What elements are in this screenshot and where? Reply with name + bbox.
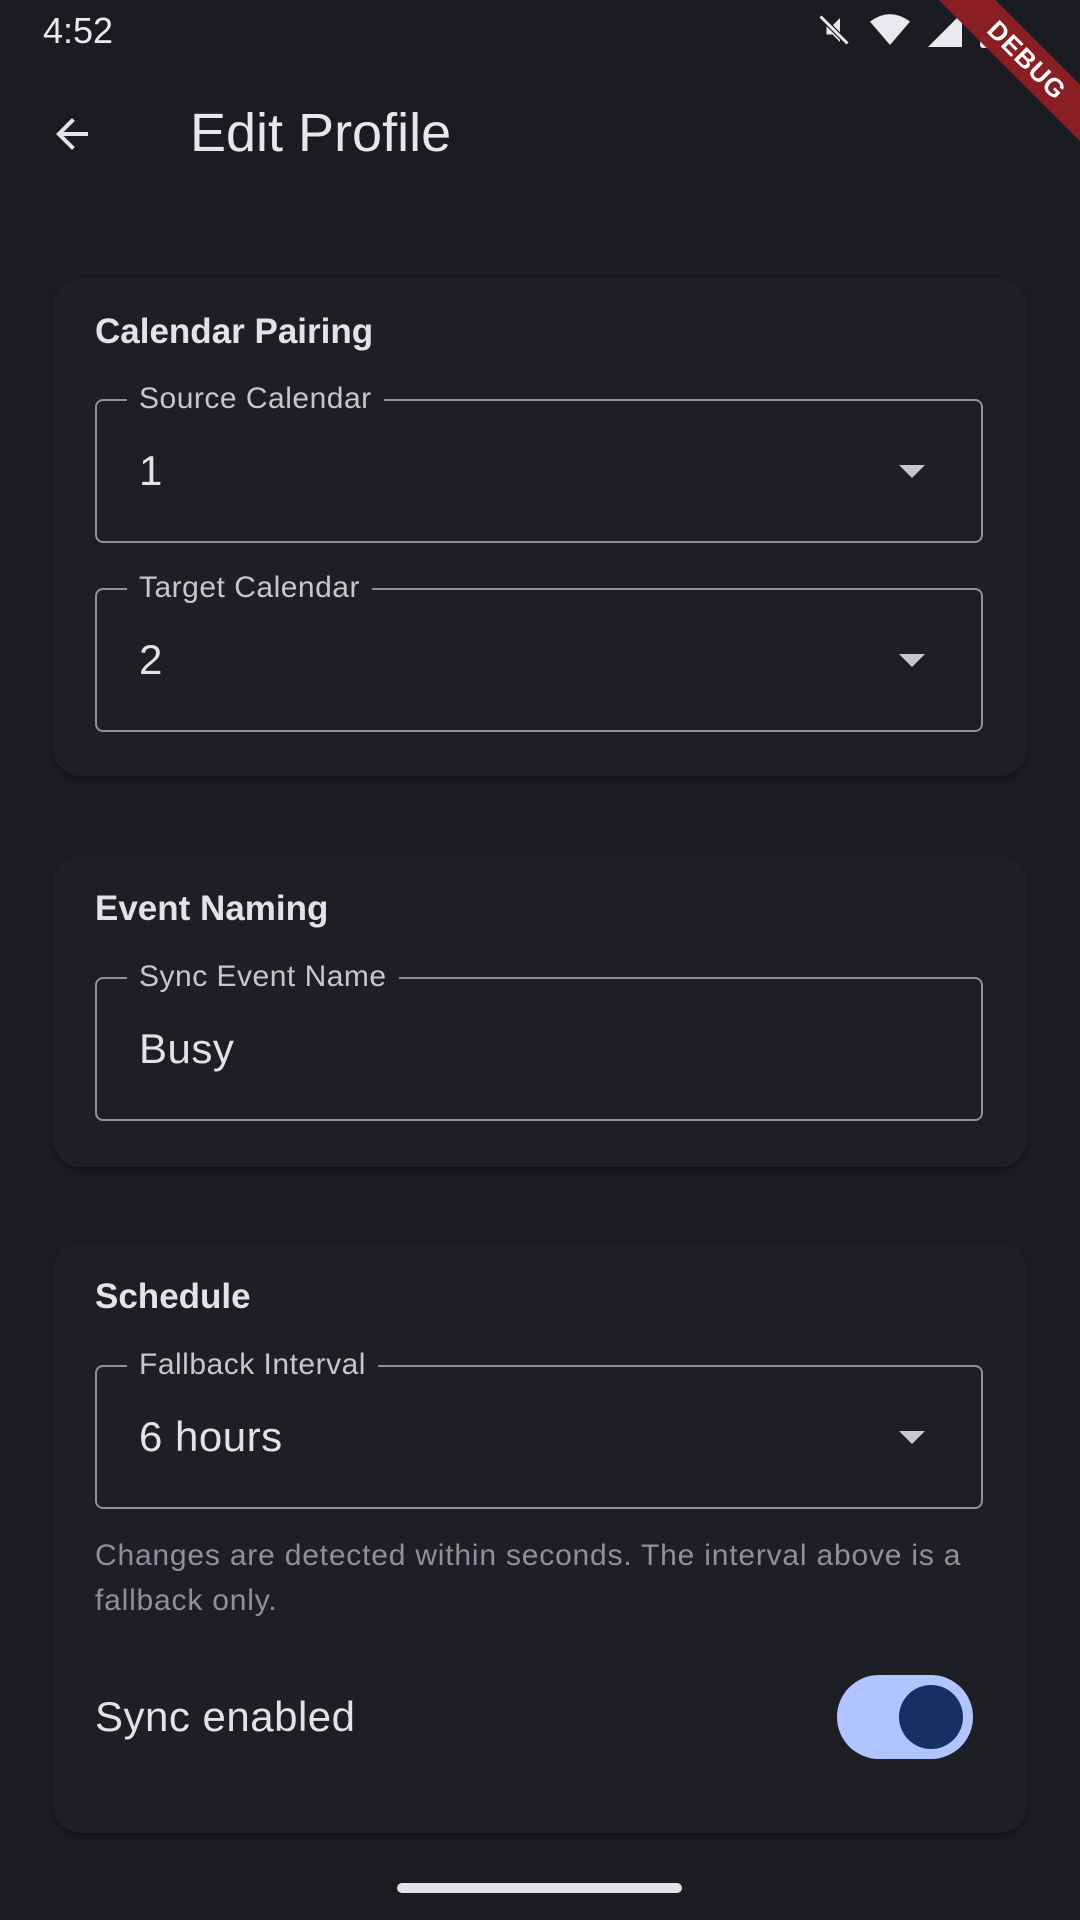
page-title: Edit Profile (190, 103, 452, 163)
switch-thumb (899, 1685, 963, 1749)
home-indicator[interactable] (397, 1883, 682, 1893)
sync-enabled-row: Sync enabled (95, 1675, 983, 1759)
battery-icon (980, 12, 1000, 48)
source-calendar-dropdown[interactable]: Source Calendar 1 (95, 381, 983, 543)
status-time: 4:52 (43, 10, 114, 51)
fallback-interval-value: 6 hours (139, 1413, 283, 1460)
sync-enabled-switch[interactable] (837, 1675, 973, 1759)
calendar-pairing-card: Calendar Pairing Source Calendar 1 Targe… (53, 278, 1027, 776)
dropdown-arrow-icon (899, 1431, 925, 1444)
fallback-helper-text: Changes are detected within seconds. The… (95, 1539, 962, 1617)
sync-event-name-value: Busy (139, 1025, 235, 1072)
fallback-interval-dropdown[interactable]: Fallback Interval 6 hours (95, 1347, 983, 1509)
wifi-icon (870, 13, 910, 47)
status-icons (816, 12, 1000, 48)
app-bar: Edit Profile (0, 60, 1080, 210)
source-calendar-value: 1 (139, 447, 163, 494)
sync-event-name-label: Sync Event Name (127, 959, 399, 995)
mute-icon (816, 12, 852, 48)
event-naming-title: Event Naming (95, 889, 329, 928)
target-calendar-value: 2 (139, 636, 163, 683)
calendar-pairing-title: Calendar Pairing (95, 312, 374, 351)
target-calendar-label: Target Calendar (127, 570, 372, 606)
target-calendar-dropdown[interactable]: Target Calendar 2 (95, 570, 983, 732)
status-bar: 4:52 (0, 0, 1080, 60)
dropdown-arrow-icon (899, 465, 925, 478)
back-button[interactable] (36, 100, 108, 172)
fallback-interval-label: Fallback Interval (127, 1347, 378, 1383)
cellular-icon (928, 13, 962, 47)
schedule-title: Schedule (95, 1277, 251, 1316)
event-naming-card: Event Naming Sync Event Name Busy (53, 855, 1027, 1167)
sync-enabled-label: Sync enabled (95, 1693, 356, 1740)
schedule-card: Schedule Fallback Interval 6 hours Chang… (53, 1243, 1027, 1833)
sync-event-name-input[interactable]: Sync Event Name Busy (95, 959, 983, 1121)
dropdown-arrow-icon (899, 654, 925, 667)
arrow-back-icon (48, 110, 96, 163)
source-calendar-label: Source Calendar (127, 381, 384, 417)
